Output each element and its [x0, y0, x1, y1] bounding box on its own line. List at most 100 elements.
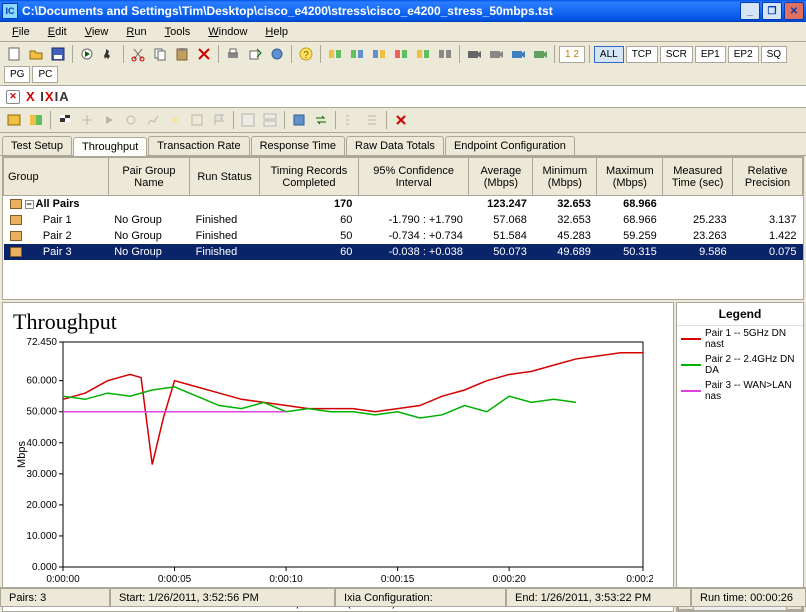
- window-title: C:\Documents and Settings\Tim\Desktop\ci…: [22, 4, 740, 18]
- close-panel-icon[interactable]: ✕: [6, 90, 20, 104]
- tab-endpoint-config[interactable]: Endpoint Configuration: [445, 136, 575, 155]
- tb2-prop-icon[interactable]: [187, 110, 207, 130]
- col-avg[interactable]: Average (Mbps): [469, 158, 533, 196]
- svg-text:10.000: 10.000: [26, 531, 57, 542]
- menu-tools[interactable]: Tools: [157, 24, 199, 40]
- menu-help[interactable]: Help: [257, 24, 296, 40]
- print-icon[interactable]: [223, 44, 243, 64]
- pair-icon-4[interactable]: [391, 44, 411, 64]
- close-button[interactable]: ✕: [784, 2, 804, 20]
- pair-icon-1[interactable]: [325, 44, 345, 64]
- copy-icon[interactable]: [150, 44, 170, 64]
- maximize-button[interactable]: ❐: [762, 2, 782, 20]
- tb2-view1-icon[interactable]: [238, 110, 258, 130]
- minimize-button[interactable]: _: [740, 2, 760, 20]
- legend-item[interactable]: Pair 3 -- WAN>LAN nas: [677, 378, 803, 404]
- tab-response-time[interactable]: Response Time: [251, 136, 345, 155]
- run-icon[interactable]: [77, 44, 97, 64]
- svg-text:60.000: 60.000: [26, 376, 57, 387]
- export-html-icon[interactable]: [267, 44, 287, 64]
- camera-icon-3[interactable]: [508, 44, 528, 64]
- folder-icon: [10, 247, 22, 257]
- col-min[interactable]: Minimum (Mbps): [533, 158, 597, 196]
- filter-sq[interactable]: SQ: [761, 46, 787, 63]
- paste-icon[interactable]: [172, 44, 192, 64]
- tb2-collapse-icon[interactable]: [77, 110, 97, 130]
- tb2-swap-icon[interactable]: [311, 110, 331, 130]
- filter-ep2[interactable]: EP2: [728, 46, 759, 63]
- app-icon: IC: [2, 3, 18, 19]
- col-prec[interactable]: Relative Precision: [733, 158, 803, 196]
- camera-icon-2[interactable]: [486, 44, 506, 64]
- tb2-sun-icon[interactable]: [165, 110, 185, 130]
- tab-throughput[interactable]: Throughput: [73, 137, 147, 156]
- delete-icon[interactable]: [194, 44, 214, 64]
- pair-icon-3[interactable]: [369, 44, 389, 64]
- table-row[interactable]: Pair 3 No GroupFinished 60 -0.038 : +0.0…: [4, 244, 803, 260]
- col-max[interactable]: Maximum (Mbps): [597, 158, 663, 196]
- table-row[interactable]: Pair 1 No GroupFinished 60 -1.790 : +1.7…: [4, 212, 803, 228]
- tb2-close-icon[interactable]: [391, 110, 411, 130]
- filter-pc[interactable]: PC: [32, 66, 58, 83]
- menu-file[interactable]: File: [4, 24, 38, 40]
- svg-text:0.000: 0.000: [32, 562, 57, 573]
- col-pairgroup[interactable]: Pair Group Name: [108, 158, 189, 196]
- svg-text:72.450: 72.450: [26, 337, 57, 348]
- tb2-tree-icon[interactable]: [340, 110, 360, 130]
- col-recs[interactable]: Timing Records Completed: [259, 158, 358, 196]
- col-status[interactable]: Run Status: [190, 158, 260, 196]
- tb2-group-icon[interactable]: [4, 110, 24, 130]
- pair-icon-6[interactable]: [435, 44, 455, 64]
- svg-text:20.000: 20.000: [26, 500, 57, 511]
- tb2-flag-icon[interactable]: [55, 110, 75, 130]
- filter-ep1[interactable]: EP1: [695, 46, 726, 63]
- filter-tcp[interactable]: TCP: [626, 46, 658, 63]
- svg-text:0:00:00: 0:00:00: [46, 574, 80, 585]
- menu-run[interactable]: Run: [118, 24, 154, 40]
- table-row[interactable]: −All Pairs 170 123.247 32.653 68.966: [4, 196, 803, 213]
- help-icon[interactable]: ?: [296, 44, 316, 64]
- tb2-view2-icon[interactable]: [260, 110, 280, 130]
- new-file-icon[interactable]: [4, 44, 24, 64]
- tb2-group2-icon[interactable]: [26, 110, 46, 130]
- filter-onetwo[interactable]: 1 2: [559, 46, 585, 63]
- camera-icon-1[interactable]: [464, 44, 484, 64]
- open-file-icon[interactable]: [26, 44, 46, 64]
- folder-icon: [10, 231, 22, 241]
- filter-all[interactable]: ALL: [594, 46, 624, 63]
- table-row[interactable]: Pair 2 No GroupFinished 50 -0.734 : +0.7…: [4, 228, 803, 244]
- svg-text:0:00:20: 0:00:20: [492, 574, 526, 585]
- col-group[interactable]: Group: [4, 158, 109, 196]
- data-grid[interactable]: Group Pair Group Name Run Status Timing …: [2, 156, 804, 300]
- tb2-flag2-icon[interactable]: [209, 110, 229, 130]
- save-icon[interactable]: [48, 44, 68, 64]
- tab-raw-data-totals[interactable]: Raw Data Totals: [346, 136, 444, 155]
- filter-scr[interactable]: SCR: [660, 46, 693, 63]
- menu-edit[interactable]: Edit: [40, 24, 75, 40]
- menu-view[interactable]: View: [77, 24, 117, 40]
- svg-text:0:00:26: 0:00:26: [626, 574, 653, 585]
- camera-icon-4[interactable]: [530, 44, 550, 64]
- filter-pg[interactable]: PG: [4, 66, 30, 83]
- cut-icon[interactable]: [128, 44, 148, 64]
- legend-item[interactable]: Pair 1 -- 5GHz DN nast: [677, 326, 803, 352]
- menu-window[interactable]: Window: [200, 24, 255, 40]
- export-icon[interactable]: [245, 44, 265, 64]
- tb2-tree2-icon[interactable]: [362, 110, 382, 130]
- runner-icon[interactable]: [99, 44, 119, 64]
- tb2-gear-icon[interactable]: [121, 110, 141, 130]
- tb2-play-icon[interactable]: [99, 110, 119, 130]
- svg-text:Mbps: Mbps: [16, 441, 28, 468]
- legend-line-icon: [681, 364, 701, 366]
- legend-item[interactable]: Pair 2 -- 2.4GHz DN DA: [677, 352, 803, 378]
- status-pairs: Pairs: 3: [0, 588, 110, 607]
- col-ci[interactable]: 95% Confidence Interval: [358, 158, 469, 196]
- tb2-chart-icon[interactable]: [143, 110, 163, 130]
- legend-line-icon: [681, 390, 701, 392]
- pair-icon-2[interactable]: [347, 44, 367, 64]
- col-time[interactable]: Measured Time (sec): [663, 158, 733, 196]
- pair-icon-5[interactable]: [413, 44, 433, 64]
- tab-transaction-rate[interactable]: Transaction Rate: [148, 136, 249, 155]
- tab-test-setup[interactable]: Test Setup: [2, 136, 72, 155]
- tb2-server-icon[interactable]: [289, 110, 309, 130]
